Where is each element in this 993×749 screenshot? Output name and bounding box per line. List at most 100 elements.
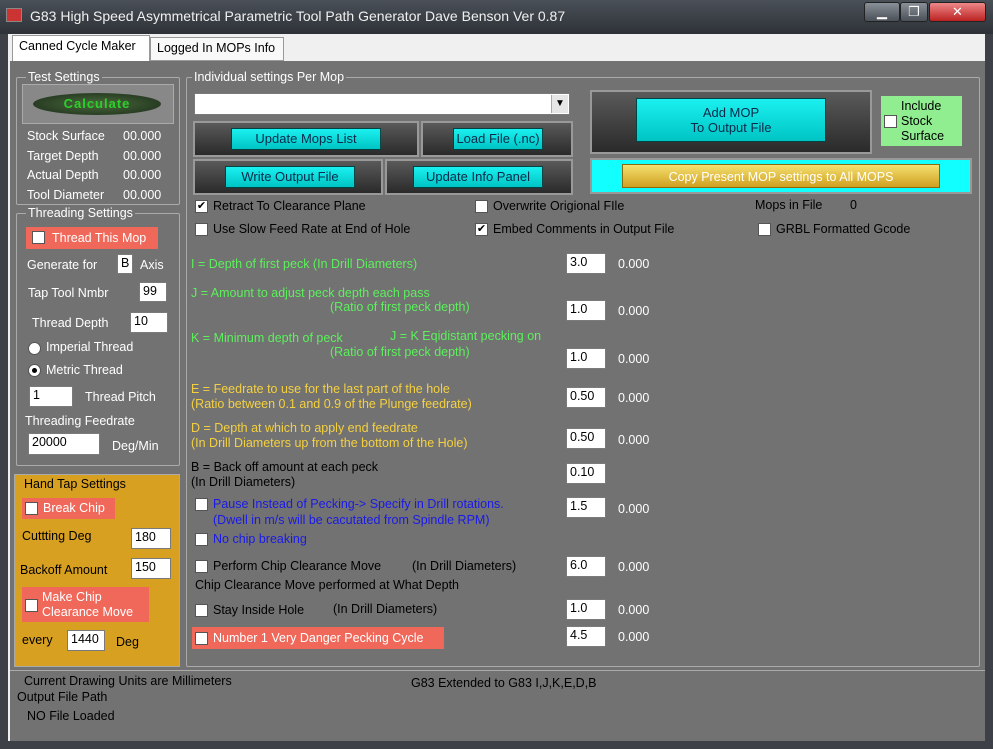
pause-value: 0.000 xyxy=(618,502,650,516)
update-info-panel-button[interactable]: Update Info Panel xyxy=(413,166,543,188)
include-stock-surface-box[interactable]: Include Stock Surface xyxy=(881,96,962,146)
stay-inside-label: Stay Inside Hole xyxy=(213,603,305,617)
mops-in-file-count: 0 xyxy=(850,198,857,212)
stay-inside-value: 0.000 xyxy=(618,603,650,617)
tool-diameter-label: Tool Diameter xyxy=(27,188,105,202)
make-chip-checkbox[interactable] xyxy=(25,599,38,612)
threading-feedrate-input[interactable]: 20000 xyxy=(28,433,100,455)
param-b-input[interactable]: 0.10 xyxy=(566,463,606,484)
target-depth-label: Target Depth xyxy=(27,149,99,163)
param-i-input[interactable]: 3.0 xyxy=(566,253,606,274)
g83-extended-label: G83 Extended to G83 I,J,K,E,D,B xyxy=(411,676,597,690)
param-e-value: 0.000 xyxy=(618,391,650,405)
chip-clearance-unit: (In Drill Diameters) xyxy=(412,559,517,573)
individual-settings-title: Individual settings Per Mop xyxy=(192,70,347,84)
param-j-input[interactable]: 1.0 xyxy=(566,300,606,321)
tap-tool-input[interactable]: 99 xyxy=(139,282,167,302)
copy-settings-button[interactable]: Copy Present MOP settings to All MOPS xyxy=(622,164,940,188)
tab-canned-cycle-maker[interactable]: Canned Cycle Maker xyxy=(12,35,150,61)
danger-cycle-row[interactable]: Number 1 Very Danger Pecking Cycle xyxy=(192,627,444,649)
threading-feedrate-label: Threading Feedrate xyxy=(25,414,135,428)
no-chip-checkbox[interactable] xyxy=(195,533,208,546)
close-button[interactable]: ✕ xyxy=(929,2,986,22)
status-divider xyxy=(10,670,985,671)
thread-pitch-label: Thread Pitch xyxy=(85,390,156,404)
embed-comments-label: Embed Comments in Output File xyxy=(493,222,675,236)
param-b-label: B = Back off amount at each peck xyxy=(191,460,379,474)
param-d-input[interactable]: 0.50 xyxy=(566,428,606,449)
param-k-sublabel: (Ratio of first peck depth) xyxy=(330,345,470,359)
backoff-amount-label: Backoff Amount xyxy=(20,563,108,577)
maximize-button[interactable]: ❐ xyxy=(900,2,928,22)
axis-label: Axis xyxy=(140,258,164,272)
cutting-deg-label: Cuttting Deg xyxy=(22,529,92,543)
stay-inside-input[interactable]: 1.0 xyxy=(566,599,606,620)
include-stock-checkbox[interactable] xyxy=(884,115,897,128)
title-bar: G83 High Speed Asymmetrical Parametric T… xyxy=(0,0,993,34)
pause-checkbox[interactable] xyxy=(195,498,208,511)
app-icon xyxy=(6,8,22,22)
chip-clearance-input[interactable]: 6.0 xyxy=(566,556,606,577)
mop-dropdown[interactable]: ▼ xyxy=(194,93,570,115)
thread-depth-input[interactable]: 10 xyxy=(130,312,168,333)
cutting-deg-input[interactable]: 180 xyxy=(131,528,171,549)
units-status: Current Drawing Units are Millimeters xyxy=(24,674,232,688)
output-file-path-label: Output File Path xyxy=(17,690,108,704)
param-j-value: 0.000 xyxy=(618,304,650,318)
param-e-input[interactable]: 0.50 xyxy=(566,387,606,408)
write-output-file-button[interactable]: Write Output File xyxy=(225,166,355,188)
tool-diameter-value: 00.000 xyxy=(123,188,162,202)
param-i-label: I = Depth of first peck (In Drill Diamet… xyxy=(191,257,418,271)
danger-cycle-value: 0.000 xyxy=(618,630,650,644)
embed-comments-checkbox[interactable]: ✔ xyxy=(475,223,488,236)
imperial-thread-radio[interactable] xyxy=(28,342,41,355)
feed-unit-label: Deg/Min xyxy=(112,439,159,453)
backoff-amount-input[interactable]: 150 xyxy=(131,558,171,579)
grbl-checkbox[interactable] xyxy=(758,223,771,236)
metric-thread-label: Metric Thread xyxy=(46,363,123,377)
update-mops-frame: Update Mops List xyxy=(193,121,419,157)
pause-sublabel: (Dwell in m/s will be cacutated from Spi… xyxy=(213,513,490,527)
metric-thread-radio[interactable] xyxy=(28,364,41,377)
thread-this-mop-checkbox[interactable] xyxy=(32,231,45,244)
load-file-button[interactable]: Load File (.nc) xyxy=(453,128,543,150)
danger-cycle-checkbox[interactable] xyxy=(195,632,208,645)
thread-this-mop-label: Thread This Mop xyxy=(52,231,147,245)
overwrite-checkbox[interactable] xyxy=(475,200,488,213)
chevron-down-icon[interactable]: ▼ xyxy=(551,95,568,113)
stay-inside-checkbox[interactable] xyxy=(195,604,208,617)
break-chip-label: Break Chip xyxy=(43,501,105,515)
break-chip-checkbox[interactable] xyxy=(25,502,38,515)
param-k-input[interactable]: 1.0 xyxy=(566,348,606,369)
copy-settings-frame: Copy Present MOP settings to All MOPS xyxy=(590,158,972,194)
generate-for-label: Generate for xyxy=(27,258,98,272)
slow-feed-checkbox[interactable] xyxy=(195,223,208,236)
calculate-button[interactable]: Calculate xyxy=(33,93,161,115)
actual-depth-label: Actual Depth xyxy=(27,168,99,182)
test-settings-title: Test Settings xyxy=(26,70,102,84)
actual-depth-value: 00.000 xyxy=(123,168,162,182)
add-mop-button[interactable]: Add MOP To Output File xyxy=(636,98,826,142)
make-chip-row[interactable]: Make Chip Clearance Move xyxy=(22,587,149,622)
add-mop-frame: Add MOP To Output File xyxy=(590,90,872,154)
thread-pitch-input[interactable]: 1 xyxy=(29,386,73,407)
param-i-value: 0.000 xyxy=(618,257,650,271)
param-e-sublabel: (Ratio between 0.1 and 0.9 of the Plunge… xyxy=(191,397,472,411)
every-input[interactable]: 1440 xyxy=(67,630,105,651)
chip-clearance-sublabel: Chip Clearance Move performed at What De… xyxy=(195,578,460,592)
update-mops-list-button[interactable]: Update Mops List xyxy=(231,128,381,150)
load-file-frame: Load File (.nc) xyxy=(421,121,573,157)
minimize-button[interactable]: ▁ xyxy=(864,2,900,22)
chip-clearance-checkbox[interactable] xyxy=(195,560,208,573)
break-chip-row[interactable]: Break Chip xyxy=(22,498,115,519)
deg-label: Deg xyxy=(116,635,139,649)
tab-logged-in-mops-info[interactable]: Logged In MOPs Info xyxy=(150,37,284,61)
hand-tap-title: Hand Tap Settings xyxy=(24,477,126,491)
danger-cycle-input[interactable]: 4.5 xyxy=(566,626,606,647)
retract-checkbox[interactable]: ✔ xyxy=(195,200,208,213)
pause-input[interactable]: 1.5 xyxy=(566,497,606,518)
stock-surface-label: Stock Surface xyxy=(27,129,105,143)
thread-this-mop-row[interactable]: Thread This Mop xyxy=(26,227,158,249)
param-b-sublabel: (In Drill Diameters) xyxy=(191,475,296,489)
axis-input[interactable]: B xyxy=(117,254,133,274)
